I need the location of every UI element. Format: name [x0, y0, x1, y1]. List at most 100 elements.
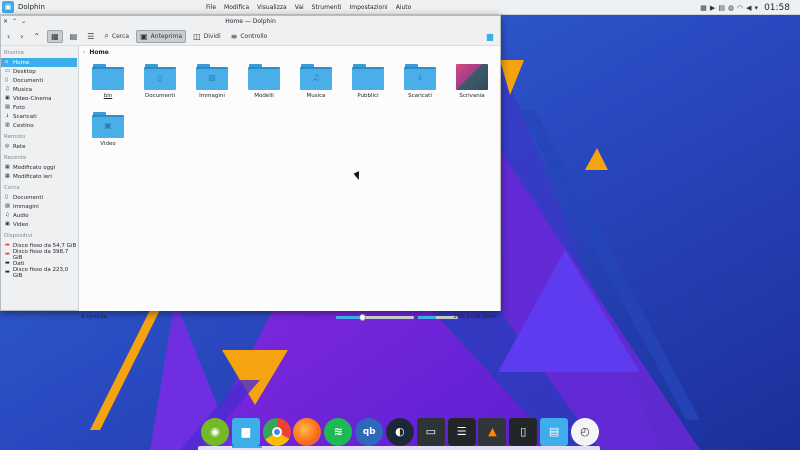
- folder-musica[interactable]: ♫ Musica: [291, 64, 341, 99]
- place-musica[interactable]: ♫ Musica: [1, 85, 77, 94]
- folder-icon: [92, 64, 124, 90]
- file-label: Pubblici: [357, 93, 379, 99]
- cassette-icon[interactable]: ▭: [416, 417, 445, 446]
- search-button[interactable]: ⌕ Cerca: [101, 30, 132, 43]
- file-label: Scaricati: [408, 93, 432, 99]
- dolphin-window: ✕ ⌃ ⌄ Home — Dolphin ‹ › ⌃ ▦ ▤ ☰ ⌕ Cerca …: [0, 15, 501, 321]
- folder-modelli[interactable]: Modelli: [239, 64, 289, 99]
- section-heading: Cerca: [4, 185, 20, 191]
- forward-button[interactable]: ›: [17, 30, 26, 43]
- icons-view-button[interactable]: ▦: [47, 29, 63, 43]
- zoom-slider[interactable]: [336, 314, 414, 321]
- place-rete[interactable]: ◎ Rete: [1, 142, 77, 151]
- folder-pictures-icon: ▨: [196, 64, 228, 90]
- breadcrumb: › Home: [79, 46, 500, 58]
- folder-video[interactable]: ▣ Video: [83, 112, 133, 147]
- network-manager-icon[interactable]: ▦: [700, 4, 707, 12]
- hard-disk-icon: ▬: [5, 242, 10, 248]
- dolphin-icon[interactable]: ▆: [231, 417, 260, 446]
- place-label: Documenti: [13, 194, 44, 201]
- search-video[interactable]: ▣ Video: [1, 220, 77, 229]
- split-button[interactable]: ◫ Dividi: [190, 30, 224, 43]
- place-label: Musica: [13, 86, 33, 93]
- image-icon: ▨: [5, 203, 10, 209]
- notes-icon[interactable]: ▯: [509, 417, 538, 446]
- place-documenti[interactable]: ▯ Documenti: [1, 76, 77, 85]
- media-player-icon[interactable]: ▶: [710, 4, 715, 12]
- menu-strumenti[interactable]: Strumenti: [308, 4, 346, 11]
- place-home[interactable]: ⌂ Home: [1, 58, 77, 67]
- place-modificato-oggi[interactable]: ▦ Modificato oggi: [1, 163, 77, 172]
- clock[interactable]: 01:58: [764, 3, 790, 13]
- folder-bin[interactable]: bin: [83, 64, 133, 99]
- breadcrumb-home[interactable]: Home: [89, 49, 108, 56]
- folder-button[interactable]: ▆: [484, 30, 496, 43]
- preview-button[interactable]: ▣ Anteprima: [136, 29, 187, 43]
- section-heading: Recente: [4, 155, 27, 161]
- download-icon: ↓: [5, 113, 10, 119]
- place-cestino[interactable]: ▥ Cestino: [1, 121, 77, 130]
- network-icon: ◎: [5, 143, 10, 149]
- place-modificato-ieri[interactable]: ▦ Modificato ieri: [1, 172, 77, 181]
- search-documenti[interactable]: ▯ Documenti: [1, 193, 77, 202]
- preview-label: Anteprima: [150, 32, 183, 40]
- back-button[interactable]: ‹: [4, 30, 13, 43]
- wifi-icon[interactable]: ◠: [737, 4, 743, 12]
- app-menu-icon[interactable]: ▣: [2, 1, 14, 13]
- menu-visualizza[interactable]: Visualizza: [253, 4, 291, 11]
- place-video[interactable]: ▣ Video-Cinema: [1, 94, 77, 103]
- menu-vai[interactable]: Vai: [291, 4, 308, 11]
- preview-icon: ▣: [140, 31, 148, 41]
- folder-documenti[interactable]: ▯ Documenti: [135, 64, 185, 99]
- maximize-icon[interactable]: ⌄: [21, 18, 26, 25]
- compact-view-button[interactable]: ▤: [67, 30, 81, 43]
- close-icon[interactable]: ✕: [3, 18, 8, 25]
- store-icon[interactable]: ▤: [540, 417, 569, 446]
- music-icon: ♫: [5, 86, 10, 92]
- minimize-icon[interactable]: ⌃: [12, 18, 17, 25]
- file-view[interactable]: › Home bin ▯ Documenti ▨ Immagini Modell…: [78, 46, 500, 311]
- zoom-slider-handle[interactable]: [358, 314, 366, 321]
- settings-icon[interactable]: ☰: [447, 417, 476, 446]
- chrome-icon[interactable]: [262, 417, 291, 446]
- firefox-icon[interactable]: [293, 417, 322, 446]
- volume-icon[interactable]: ◀: [746, 4, 751, 12]
- folder-scrivania[interactable]: Scrivania: [447, 64, 497, 99]
- place-scaricati[interactable]: ↓ Scaricati: [1, 112, 77, 121]
- place-desktop[interactable]: ▭ Desktop: [1, 67, 77, 76]
- menu-aiuto[interactable]: Aiuto: [392, 4, 416, 11]
- hard-disk-icon: ▬: [5, 269, 10, 275]
- folder-immagini[interactable]: ▨ Immagini: [187, 64, 237, 99]
- place-label: Disco fisso da 398,7 GiB: [12, 248, 69, 261]
- free-space-fill: [418, 316, 436, 319]
- folder-scaricati[interactable]: ↓ Scaricati: [395, 64, 445, 99]
- window-titlebar[interactable]: ✕ ⌃ ⌄ Home — Dolphin: [1, 16, 500, 27]
- device-disk-2[interactable]: ▬ Disco fisso da 398,7 GiB: [1, 248, 77, 261]
- vlc-icon[interactable]: ▲: [478, 417, 507, 446]
- search-immagini[interactable]: ▨ Immagini: [1, 202, 77, 211]
- clipboard-icon[interactable]: ▤: [718, 4, 725, 12]
- file-label: Immagini: [199, 93, 225, 99]
- device-disk-3[interactable]: ▬ Disco fisso da 223,0 GiB: [1, 267, 77, 279]
- control-button[interactable]: ≡ Controllo: [228, 30, 271, 43]
- spotify-icon[interactable]: ≋: [324, 417, 353, 446]
- place-foto[interactable]: ▨ Foto: [1, 103, 77, 112]
- up-button[interactable]: ⌃: [30, 30, 43, 43]
- qbittorrent-icon[interactable]: qb: [355, 417, 384, 446]
- updates-icon[interactable]: ◍: [728, 4, 734, 12]
- menu-file[interactable]: File: [202, 4, 220, 11]
- folder-music-icon: ♫: [300, 64, 332, 90]
- details-view-button[interactable]: ☰: [84, 30, 97, 43]
- menu-impostazioni[interactable]: Impostazioni: [345, 4, 391, 11]
- opensuse-icon[interactable]: ◉: [201, 417, 229, 446]
- folder-pubblici[interactable]: Pubblici: [343, 64, 393, 99]
- menu-modifica[interactable]: Modifica: [220, 4, 253, 11]
- tray-expand-icon[interactable]: ▾: [755, 4, 759, 12]
- place-label: Foto: [13, 104, 25, 111]
- section-heading: Risorse: [4, 50, 25, 56]
- clock-icon[interactable]: ◴: [570, 417, 599, 446]
- steam-icon[interactable]: ◐: [385, 417, 414, 446]
- desktop-icon: ▭: [5, 68, 10, 74]
- details-view-icon: ☰: [87, 31, 95, 41]
- search-audio[interactable]: ♫ Audio: [1, 211, 77, 220]
